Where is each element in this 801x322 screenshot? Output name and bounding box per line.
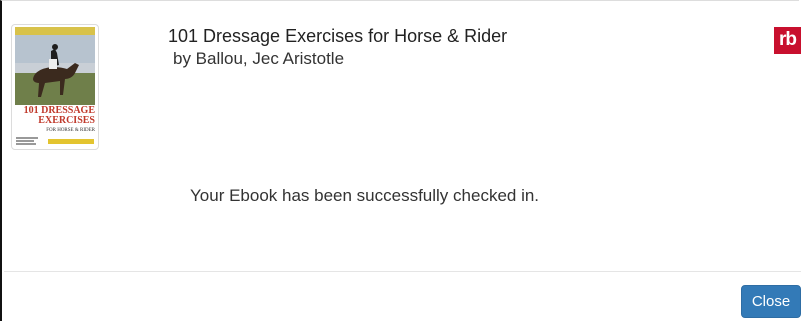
checkin-success-message: Your Ebook has been successfully checked… bbox=[190, 186, 540, 205]
rb-logo-icon: rb bbox=[774, 27, 801, 54]
cover-photo bbox=[15, 35, 95, 105]
horse-rider-illustration bbox=[15, 35, 95, 105]
book-title: 101 Dressage Exercises for Horse & Rider bbox=[168, 26, 508, 46]
cover-strip bbox=[48, 139, 94, 144]
cover-title-line2: EXERCISES bbox=[38, 115, 95, 126]
checkin-dialog: 101 DRESSAGE EXERCISES FOR HORSE & RIDER… bbox=[0, 0, 801, 321]
cover-small-print bbox=[16, 137, 46, 145]
cover-title: 101 DRESSAGE EXERCISES bbox=[15, 106, 95, 126]
footer-divider bbox=[4, 271, 801, 272]
cover-subtitle: FOR HORSE & RIDER bbox=[46, 128, 95, 133]
book-cover-image: 101 DRESSAGE EXERCISES FOR HORSE & RIDER bbox=[11, 24, 99, 150]
close-button[interactable]: Close bbox=[741, 285, 801, 318]
cover-banner bbox=[15, 27, 95, 35]
book-author: by Ballou, Jec Aristotle bbox=[173, 49, 345, 68]
